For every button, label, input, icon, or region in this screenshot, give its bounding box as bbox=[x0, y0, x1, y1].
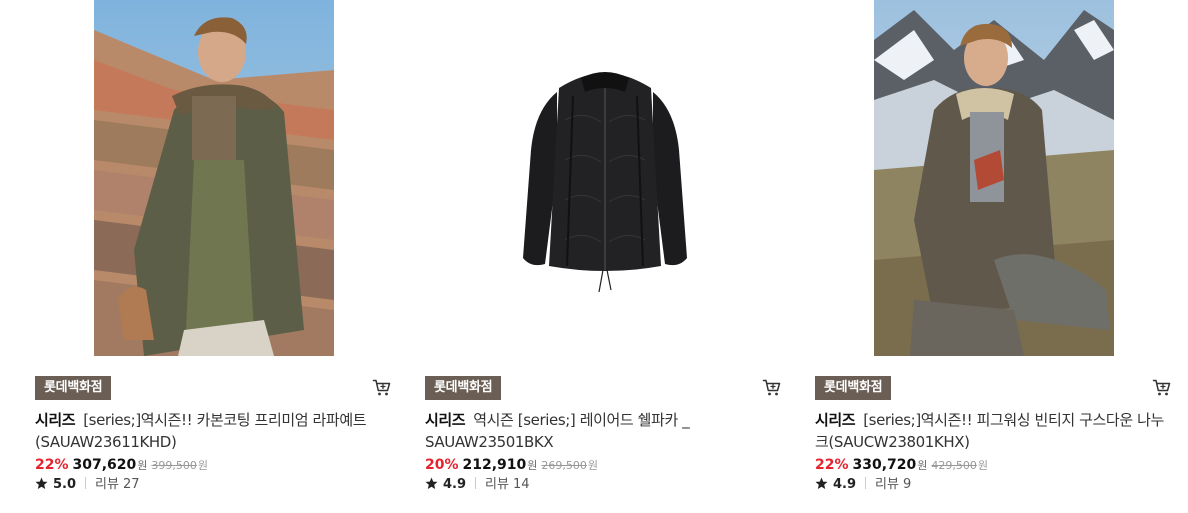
price-unit: 원 bbox=[917, 459, 928, 472]
model-photo-icon bbox=[874, 0, 1114, 356]
discount-rate: 22% bbox=[35, 457, 69, 473]
review-count: 9 bbox=[902, 477, 912, 492]
store-badge: 롯데백화점 bbox=[425, 376, 502, 400]
review-label: 리뷰 bbox=[95, 477, 119, 492]
original-price: 269,500 bbox=[541, 459, 587, 472]
rating-score: 4.9 bbox=[833, 477, 857, 492]
star-icon bbox=[815, 477, 828, 490]
product-card[interactable]: 롯데백화점 시리즈 [series;]역시즌!! 카본코팅 프리미엄 라파예트 (… bbox=[35, 0, 395, 513]
divider bbox=[865, 477, 867, 489]
divider bbox=[85, 477, 87, 489]
review-count: 14 bbox=[512, 477, 530, 492]
rating-row: 5.0 리뷰 27 bbox=[35, 475, 140, 495]
rating-score: 5.0 bbox=[53, 477, 77, 492]
product-brand: 시리즈 bbox=[35, 411, 76, 429]
original-price-unit: 원 bbox=[197, 459, 209, 472]
product-card[interactable]: 롯데백화점 시리즈 역시즌 [series;] 레이어드 쉘파카 _ SAUAW2… bbox=[425, 0, 785, 513]
product-title-link[interactable]: 시리즈 역시즌 [series;] 레이어드 쉘파카 _ SAUAW23501BK… bbox=[425, 409, 785, 453]
original-price: 429,500 bbox=[931, 459, 977, 472]
product-image[interactable] bbox=[465, 0, 745, 356]
divider bbox=[475, 477, 477, 489]
product-title-link[interactable]: 시리즈 [series;]역시즌!! 카본코팅 프리미엄 라파예트 (SAUAW2… bbox=[35, 409, 395, 453]
price-unit: 원 bbox=[527, 459, 538, 472]
product-brand: 시리즈 bbox=[815, 411, 856, 429]
product-card[interactable]: 롯데백화점 시리즈 [series;]역시즌!! 피그워싱 빈티지 구스다운 나누… bbox=[815, 0, 1175, 513]
price-row: 22% 330,720원 429,500원 bbox=[815, 455, 988, 476]
cart-icon[interactable] bbox=[1152, 378, 1172, 398]
original-price-unit: 원 bbox=[977, 459, 989, 472]
store-badge: 롯데백화점 bbox=[815, 376, 892, 400]
cart-icon[interactable] bbox=[762, 378, 782, 398]
price-row: 20% 212,910원 269,500원 bbox=[425, 455, 598, 476]
jacket-photo-icon bbox=[465, 0, 745, 356]
review-count: 27 bbox=[122, 477, 140, 492]
price-unit: 원 bbox=[137, 459, 148, 472]
review-label: 리뷰 bbox=[485, 477, 509, 492]
store-badge: 롯데백화점 bbox=[35, 376, 112, 400]
discount-rate: 20% bbox=[425, 457, 459, 473]
rating-row: 4.9 리뷰 14 bbox=[425, 475, 530, 495]
model-photo-icon bbox=[94, 0, 334, 356]
product-brand: 시리즈 bbox=[425, 411, 466, 429]
original-price-unit: 원 bbox=[587, 459, 599, 472]
review-label: 리뷰 bbox=[875, 477, 899, 492]
product-image[interactable] bbox=[874, 0, 1114, 356]
product-title-link[interactable]: 시리즈 [series;]역시즌!! 피그워싱 빈티지 구스다운 나누크(SAUC… bbox=[815, 409, 1175, 453]
product-name: [series;]역시즌!! 카본코팅 프리미엄 라파예트 (SAUAW2361… bbox=[35, 411, 367, 451]
star-icon bbox=[425, 477, 438, 490]
sale-price: 330,720 bbox=[852, 457, 917, 473]
discount-rate: 22% bbox=[815, 457, 849, 473]
product-image[interactable] bbox=[94, 0, 334, 356]
rating-score: 4.9 bbox=[443, 477, 467, 492]
price-row: 22% 307,620원 399,500원 bbox=[35, 455, 208, 476]
sale-price: 212,910 bbox=[462, 457, 527, 473]
original-price: 399,500 bbox=[151, 459, 197, 472]
product-name: [series;]역시즌!! 피그워싱 빈티지 구스다운 나누크(SAUCW23… bbox=[815, 411, 1164, 451]
cart-icon[interactable] bbox=[372, 378, 392, 398]
rating-row: 4.9 리뷰 9 bbox=[815, 475, 911, 495]
product-grid: 롯데백화점 시리즈 [series;]역시즌!! 카본코팅 프리미엄 라파예트 (… bbox=[0, 0, 1188, 513]
star-icon bbox=[35, 477, 48, 490]
sale-price: 307,620 bbox=[72, 457, 137, 473]
